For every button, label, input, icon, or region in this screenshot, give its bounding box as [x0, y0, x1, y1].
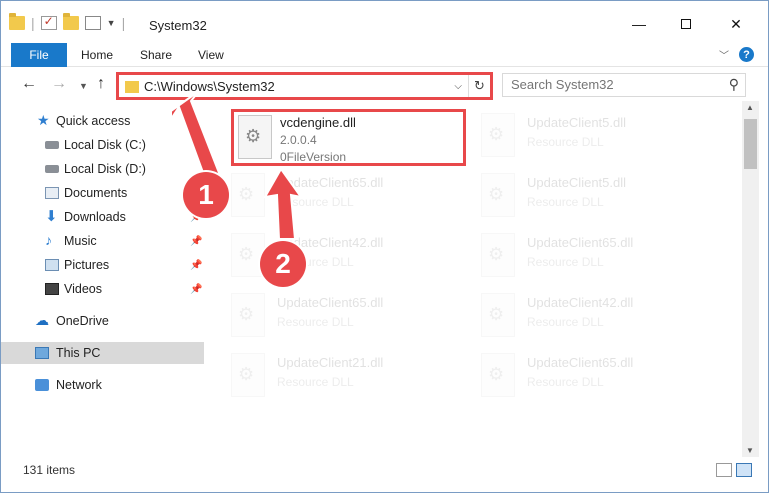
- step-2-badge: 2: [260, 241, 306, 287]
- explorer-window: | ▼ | System32 — ✕ File Home Share View …: [0, 0, 769, 493]
- arrow-2: [263, 167, 304, 240]
- annotation-arrows: [170, 90, 304, 240]
- step-1-badge: 1: [183, 172, 229, 218]
